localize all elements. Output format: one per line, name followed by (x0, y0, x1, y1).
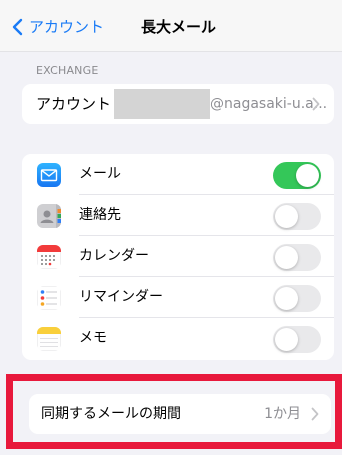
toggle-label-contacts: 連絡先 (79, 207, 121, 223)
toggle-row-notes: メモ (22, 318, 334, 359)
back-button[interactable]: アカウント (12, 17, 104, 37)
redacted-username (114, 89, 210, 119)
mail-sync-period-value: 1か月 (264, 406, 301, 422)
page-title: 長大メール (141, 18, 217, 36)
account-label: アカウント (36, 95, 112, 113)
calendar-toggle[interactable] (273, 244, 321, 271)
account-row[interactable]: アカウント @nagasaki-u.a... (22, 84, 334, 124)
mail-sync-period-label: 同期するメールの期間 (41, 406, 181, 422)
toggle-label-calendar: カレンダー (79, 248, 149, 264)
sync-toggles-list: メール 連絡先 カレンダー リマインダー メモ (22, 154, 334, 360)
chevron-right-icon (312, 97, 320, 111)
toggle-row-reminders: リマインダー (22, 277, 334, 318)
back-button-label: アカウント (29, 18, 105, 36)
highlight-frame: 同期するメールの期間 1か月 (6, 374, 342, 449)
navigation-bar: アカウント 長大メール (0, 0, 342, 52)
toggle-row-mail: メール (22, 154, 334, 195)
toggle-row-contacts: 連絡先 (22, 195, 334, 236)
toggle-label-reminders: リマインダー (79, 289, 163, 305)
chevron-right-icon (311, 407, 319, 421)
reminders-toggle[interactable] (273, 285, 321, 312)
notes-icon (37, 327, 61, 351)
toggle-label-notes: メモ (79, 330, 107, 346)
contacts-icon (37, 204, 61, 228)
calendar-icon (37, 245, 61, 269)
toggle-row-calendar: カレンダー (22, 236, 334, 277)
contacts-toggle[interactable] (273, 203, 321, 230)
chevron-left-icon (12, 18, 23, 36)
mail-toggle[interactable] (273, 162, 321, 189)
mail-icon (37, 163, 61, 187)
toggle-label-mail: メール (79, 166, 121, 182)
notes-toggle[interactable] (273, 326, 321, 353)
reminders-icon (37, 286, 61, 310)
section-header-exchange: EXCHANGE (36, 64, 99, 77)
mail-sync-period-row[interactable]: 同期するメールの期間 1か月 (29, 394, 331, 434)
account-address: @nagasaki-u.a... (210, 96, 328, 112)
